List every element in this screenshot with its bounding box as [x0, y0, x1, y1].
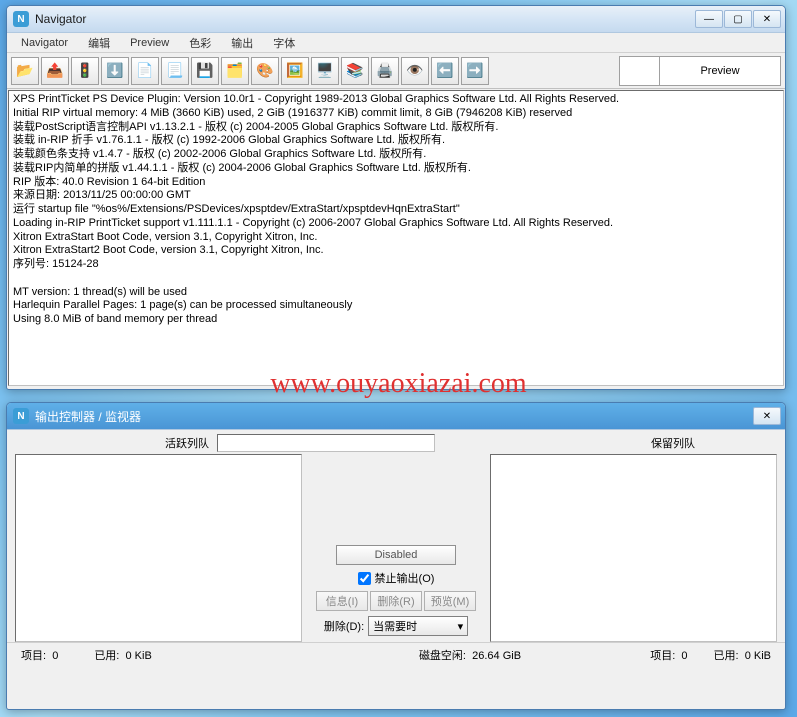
preview-button[interactable]: 预览(M) [424, 591, 476, 611]
delete-mode-select[interactable]: 当需要时 ▾ [368, 616, 468, 636]
status-left: 项目: 0 已用: 0 KiB [21, 647, 319, 663]
active-queue-input[interactable] [217, 434, 435, 452]
status-bar: 项目: 0 已用: 0 KiB 磁盘空闲: 26.64 GiB 项目: 0 已用… [7, 642, 785, 667]
log-line [13, 272, 779, 286]
panels-row: Disabled 禁止输出(O) 信息(I) 删除(R) 预览(M) 删除(D)… [7, 454, 785, 642]
disable-output-checkbox-row[interactable]: 禁止输出(O) [358, 570, 435, 586]
log-line: Harlequin Parallel Pages: 1 page(s) can … [13, 299, 779, 313]
arrow-right-icon[interactable]: ➡️ [461, 57, 489, 85]
items-label-right: 项目: [650, 650, 675, 662]
app-icon: N [13, 11, 29, 27]
info-button[interactable]: 信息(I) [316, 591, 368, 611]
status-mid: 磁盘空闲: 26.64 GiB [319, 647, 621, 663]
minimize-button[interactable]: — [695, 10, 723, 28]
open-icon[interactable]: 📂 [11, 57, 39, 85]
close-button[interactable]: ✕ [753, 10, 781, 28]
used-label: 已用: [94, 650, 119, 662]
titlebar[interactable]: N 输出控制器 / 监视器 ✕ [7, 403, 785, 430]
queue-header-row: 活跃列队 保留列队 [7, 430, 785, 454]
log-line: 序列号: 15124-28 [13, 258, 779, 272]
color-icon[interactable]: 🎨 [251, 57, 279, 85]
window-controls: ✕ [753, 407, 781, 425]
page-icon[interactable]: 📃 [161, 57, 189, 85]
action-buttons-row: 信息(I) 删除(R) 预览(M) [316, 591, 476, 611]
arrow-left-icon[interactable]: ⬅️ [431, 57, 459, 85]
menu-output[interactable]: 输出 [221, 33, 263, 53]
menubar: Navigator 编辑 Preview 色彩 输出 字体 [7, 33, 785, 53]
disk-label: 磁盘空闲: [419, 650, 466, 662]
log-line: 装载RIP内简单的拼版 v1.44.1.1 - 版权 (c) 2004-2006… [13, 162, 779, 176]
output-controller-window: N 输出控制器 / 监视器 ✕ 活跃列队 保留列队 Disabled 禁止输出(… [6, 402, 786, 710]
menu-preview[interactable]: Preview [120, 35, 179, 51]
menu-font[interactable]: 字体 [263, 33, 305, 53]
used-left-value: 0 KiB [126, 650, 152, 662]
log-line: Xitron ExtraStart2 Boot Code, version 3.… [13, 244, 779, 258]
stop-icon[interactable]: ⬇️ [101, 57, 129, 85]
log-line: 运行 startup file "%os%/Extensions/PSDevic… [13, 203, 779, 217]
log-line: Loading in-RIP PrintTicket support v1.11… [13, 217, 779, 231]
reserve-queue-list[interactable] [490, 454, 777, 642]
delete-mode-row: 删除(D): 当需要时 ▾ [324, 616, 468, 636]
window-title: Navigator [35, 12, 695, 26]
window-body: 活跃列队 保留列队 Disabled 禁止输出(O) 信息(I) 删除(R) 预… [7, 430, 785, 667]
middle-controls: Disabled 禁止输出(O) 信息(I) 删除(R) 预览(M) 删除(D)… [308, 454, 484, 642]
status-right: 项目: 0 已用: 0 KiB [621, 647, 771, 663]
app-icon: N [13, 408, 29, 424]
log-output[interactable]: XPS PrintTicket PS Device Plugin: Versio… [8, 90, 784, 386]
unload-icon[interactable]: 📤 [41, 57, 69, 85]
log-line: 装载颜色条支持 v1.4.7 - 版权 (c) 2002-2006 Global… [13, 148, 779, 162]
delete-label: 删除(D): [324, 618, 364, 634]
log-line: 来源日期: 2013/11/25 00:00:00 GMT [13, 189, 779, 203]
preview-button[interactable]: Preview [660, 57, 780, 85]
preview-area: Preview [619, 56, 781, 86]
window-controls: — ▢ ✕ [695, 10, 781, 28]
menu-navigator[interactable]: Navigator [11, 35, 78, 51]
save-icon[interactable]: 💾 [191, 57, 219, 85]
preview-blank [620, 57, 660, 85]
disk-value: 26.64 GiB [472, 650, 521, 662]
maximize-button[interactable]: ▢ [724, 10, 752, 28]
log-line: MT version: 1 thread(s) will be used [13, 286, 779, 300]
active-queue-list[interactable] [15, 454, 302, 642]
delete-select-value: 当需要时 [373, 618, 417, 634]
used-label-right: 已用: [714, 650, 739, 662]
titlebar[interactable]: N Navigator — ▢ ✕ [7, 6, 785, 33]
disable-output-checkbox[interactable] [358, 572, 371, 585]
scan-icon[interactable]: 🖼️ [281, 57, 309, 85]
log-line: XPS PrintTicket PS Device Plugin: Versio… [13, 93, 779, 107]
log-line: 装载 in-RIP 折手 v1.76.1.1 - 版权 (c) 1992-200… [13, 134, 779, 148]
disable-output-label: 禁止输出(O) [375, 570, 435, 586]
toolbar: 📂 📤 🚦 ⬇️ 📄 📃 💾 🗂️ 🎨 🖼️ 🖥️ 📚 🖨️ 👁️ ⬅️ ➡️ … [7, 53, 785, 89]
doc-icon[interactable]: 📄 [131, 57, 159, 85]
chevron-down-icon: ▾ [458, 620, 464, 633]
log-line: Xitron ExtraStart Boot Code, version 3.1… [13, 231, 779, 245]
active-queue-label: 活跃列队 [17, 435, 217, 451]
items-right-value: 0 [681, 650, 687, 662]
menu-edit[interactable]: 编辑 [78, 33, 120, 53]
menu-color[interactable]: 色彩 [179, 33, 221, 53]
separation-icon[interactable]: 🗂️ [221, 57, 249, 85]
log-line: RIP 版本: 40.0 Revision 1 64-bit Edition [13, 176, 779, 190]
log-line: Initial RIP virtual memory: 4 MiB (3660 … [13, 107, 779, 121]
navigator-window: N Navigator — ▢ ✕ Navigator 编辑 Preview 色… [6, 5, 786, 390]
output-icon[interactable]: 🖨️ [371, 57, 399, 85]
delete-button[interactable]: 删除(R) [370, 591, 422, 611]
close-button[interactable]: ✕ [753, 407, 781, 425]
reserve-queue-label: 保留列队 [651, 435, 775, 451]
pages-icon[interactable]: 📚 [341, 57, 369, 85]
used-right-value: 0 KiB [745, 650, 771, 662]
items-left-value: 0 [52, 650, 58, 662]
log-line: Using 8.0 MiB of band memory per thread [13, 313, 779, 327]
log-line: 装载PostScript语言控制API v1.13.2.1 - 版权 (c) 2… [13, 121, 779, 135]
disabled-button[interactable]: Disabled [336, 545, 456, 565]
screen-icon[interactable]: 🖥️ [311, 57, 339, 85]
items-label: 项目: [21, 650, 46, 662]
window-title: 输出控制器 / 监视器 [35, 408, 753, 425]
view-icon[interactable]: 👁️ [401, 57, 429, 85]
traffic-icon[interactable]: 🚦 [71, 57, 99, 85]
